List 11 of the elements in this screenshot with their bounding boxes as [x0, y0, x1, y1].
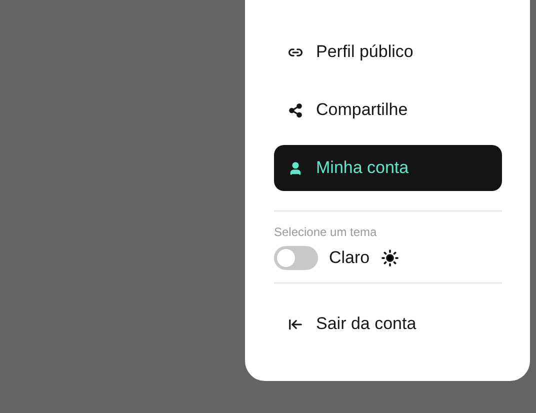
menu-item[interactable]: Perfil público [274, 29, 502, 75]
user-icon [288, 160, 303, 176]
logout-item[interactable]: Sair da conta [274, 301, 502, 347]
theme-label: Selecione um tema [274, 225, 378, 239]
menu-item[interactable]: Compartilhe [274, 87, 502, 133]
menu-item[interactable]: Minha conta [274, 145, 502, 191]
logout-icon [288, 316, 303, 332]
theme-name: Claro [329, 248, 370, 268]
theme-toggle[interactable] [274, 246, 318, 270]
share-icon [288, 102, 303, 118]
sun-icon [380, 249, 399, 267]
